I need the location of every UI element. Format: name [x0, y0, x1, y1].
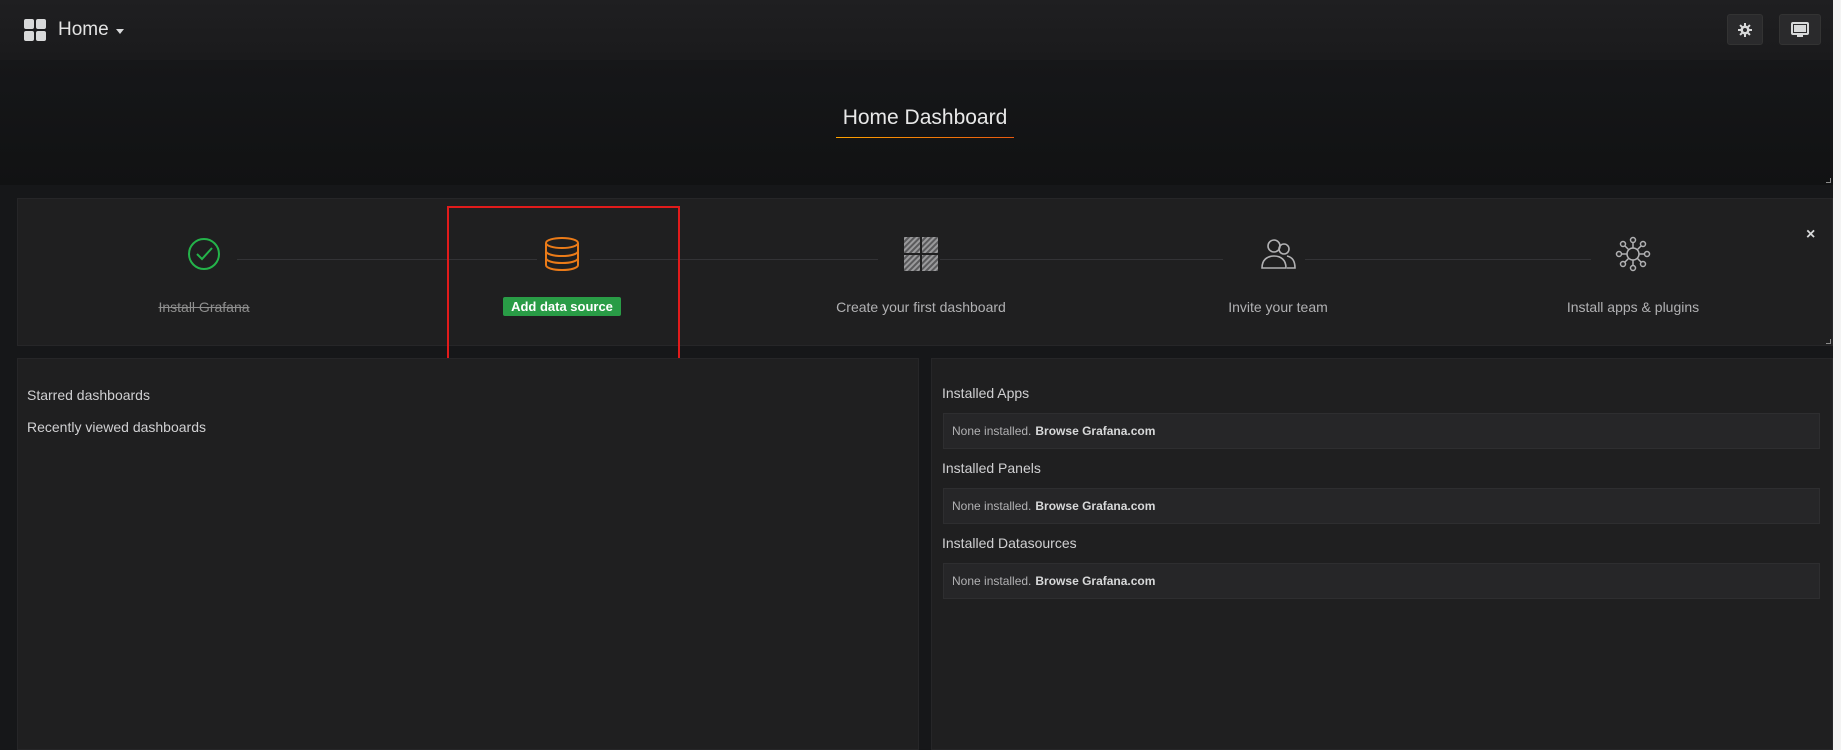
browse-grafana-link[interactable]: Browse Grafana.com	[1035, 499, 1155, 513]
page-title: Home Dashboard	[842, 106, 1008, 129]
chevron-down-icon	[115, 29, 124, 34]
tv-mode-button[interactable]	[1779, 14, 1821, 45]
installed-panels-card: None installed. Browse Grafana.com	[943, 488, 1820, 524]
gear-icon	[1738, 22, 1752, 37]
installed-apps-title: Installed Apps	[942, 385, 1030, 401]
home-dashboard-picker[interactable]: Home	[24, 18, 124, 42]
step-create-dashboard: Create your first dashboard	[771, 230, 1071, 315]
browse-grafana-link[interactable]: Browse Grafana.com	[1035, 424, 1155, 438]
grafana-app: Home Home Dashboard Install Grafana Add …	[0, 0, 1841, 750]
highlight-annotation	[447, 206, 680, 378]
create-dashboard-link[interactable]: Create your first dashboard	[771, 299, 1071, 315]
window-edge	[1833, 0, 1841, 750]
resize-handle[interactable]	[1826, 178, 1831, 183]
dashboard-grid-icon	[904, 237, 938, 271]
home-title: Home	[58, 19, 109, 40]
none-installed-text: None installed.	[952, 499, 1032, 513]
none-installed-text: None installed.	[952, 574, 1032, 588]
installed-datasources-card: None installed. Browse Grafana.com	[943, 563, 1820, 599]
check-circle-icon	[188, 238, 220, 270]
top-navbar: Home	[0, 0, 1833, 60]
close-icon[interactable]: ×	[1806, 226, 1815, 244]
settings-button[interactable]	[1727, 14, 1763, 45]
browse-grafana-link[interactable]: Browse Grafana.com	[1035, 574, 1155, 588]
step-invite-team: Invite your team	[1128, 230, 1428, 315]
title-underline	[836, 137, 1014, 138]
monitor-icon	[1791, 21, 1809, 37]
step-install-plugins: Install apps & plugins	[1483, 230, 1783, 315]
installed-datasources-title: Installed Datasources	[942, 535, 1077, 551]
dashboard-grid-icon	[24, 19, 46, 41]
step-install-grafana: Install Grafana	[54, 230, 354, 315]
recent-dashboards-link[interactable]: Recently viewed dashboards	[27, 419, 206, 435]
installed-apps-card: None installed. Browse Grafana.com	[943, 413, 1820, 449]
step-label: Install Grafana	[158, 299, 250, 315]
install-plugins-link[interactable]: Install apps & plugins	[1483, 299, 1783, 315]
resize-handle[interactable]	[1826, 339, 1831, 344]
starred-dashboards-link[interactable]: Starred dashboards	[27, 387, 150, 403]
plugins-icon	[1615, 236, 1651, 272]
dashboard-list-panel	[17, 358, 919, 750]
invite-team-link[interactable]: Invite your team	[1128, 299, 1428, 315]
none-installed-text: None installed.	[952, 424, 1032, 438]
installed-panels-title: Installed Panels	[942, 460, 1041, 476]
users-icon	[1261, 239, 1296, 269]
